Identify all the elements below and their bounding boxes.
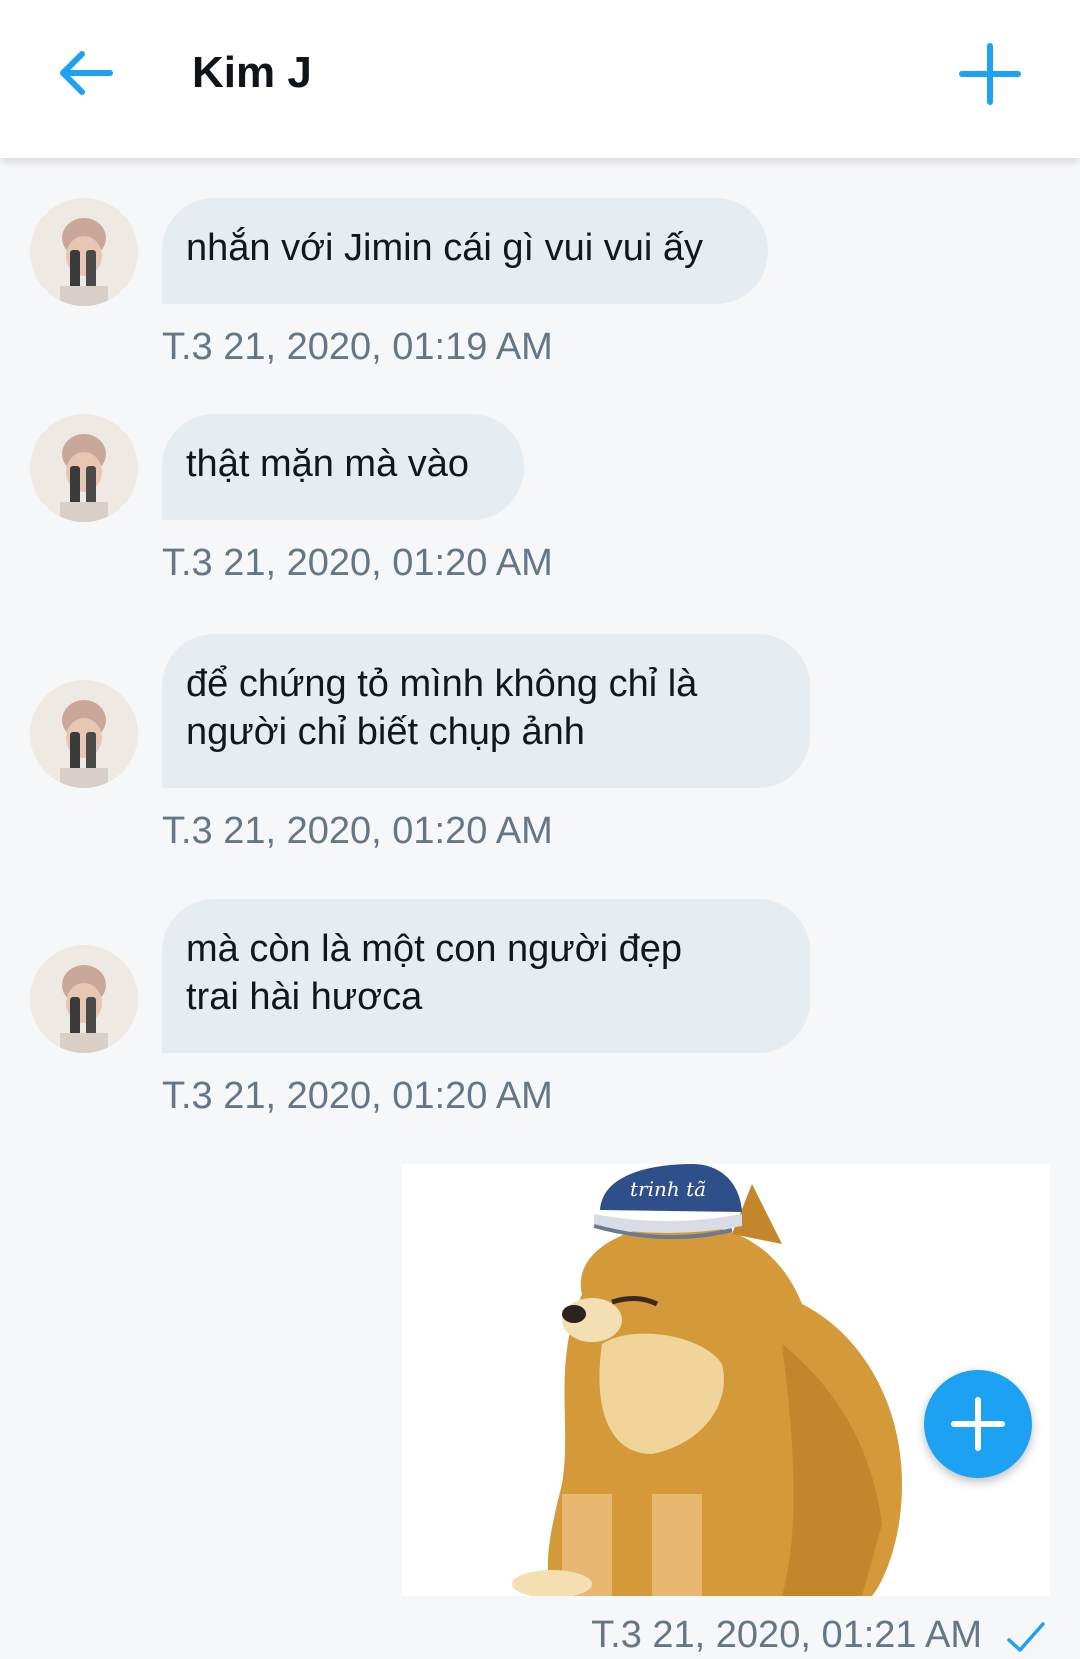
plus-icon [951,1397,1005,1451]
avatar[interactable] [30,198,138,306]
message-bubble[interactable]: thật mặn mà vào [162,414,524,520]
conversation-title: Kim J [192,48,312,97]
message-text-line: trai hài hươca [186,976,423,1018]
message-text-line: mà còn là một con người đẹp [186,928,683,970]
avatar[interactable] [30,414,138,522]
message-row: thật mặn mà vào T.3 21, 2020, 01:20 AM [0,414,1080,584]
avatar[interactable] [30,680,138,788]
message-row: nhắn với Jimin cái gì vui vui ấy T.3 21,… [0,198,1080,368]
message-timestamp: T.3 21, 2020, 01:19 AM [162,326,553,368]
profile-photo-icon [30,680,138,788]
message-text: nhắn với Jimin cái gì vui vui ấy [186,227,704,269]
profile-photo-icon [30,945,138,1053]
message-bubble[interactable]: nhắn với Jimin cái gì vui vui ấy [162,198,768,304]
app-header: Kim J [0,0,1080,158]
message-text: thật mặn mà vào [186,443,470,485]
message-timestamp: T.3 21, 2020, 01:20 AM [162,810,553,852]
check-icon [1007,1622,1045,1652]
arrow-left-icon [60,51,113,95]
profile-photo-icon [30,414,138,522]
message-bubble[interactable]: để chứng tỏ mình không chỉ là người chỉ … [162,634,810,788]
cap-text: trinh tã [630,1177,706,1201]
message-text-line: để chứng tỏ mình không chỉ là [186,663,698,705]
new-message-fab[interactable] [924,1370,1032,1478]
profile-photo-icon [30,198,138,306]
message-row: để chứng tỏ mình không chỉ là người chỉ … [0,634,1080,854]
back-button[interactable] [52,36,126,110]
add-button[interactable] [952,36,1028,112]
dm-conversation-screen: Kim J nhắn với Jimin cái gì vui vui ấy T… [0,0,1080,1659]
message-text-line: người chỉ biết chụp ảnh [186,711,585,753]
message-timestamp: T.3 21, 2020, 01:20 AM [162,542,553,584]
message-bubble[interactable]: mà còn là một con người đẹp trai hài hươ… [162,899,810,1053]
avatar[interactable] [30,945,138,1053]
plus-icon [959,43,1021,105]
message-timestamp: T.3 21, 2020, 01:20 AM [162,1075,553,1117]
message-row: mà còn là một con người đẹp trai hài hươ… [0,899,1080,1119]
image-timestamp: T.3 21, 2020, 01:21 AM [591,1614,982,1656]
